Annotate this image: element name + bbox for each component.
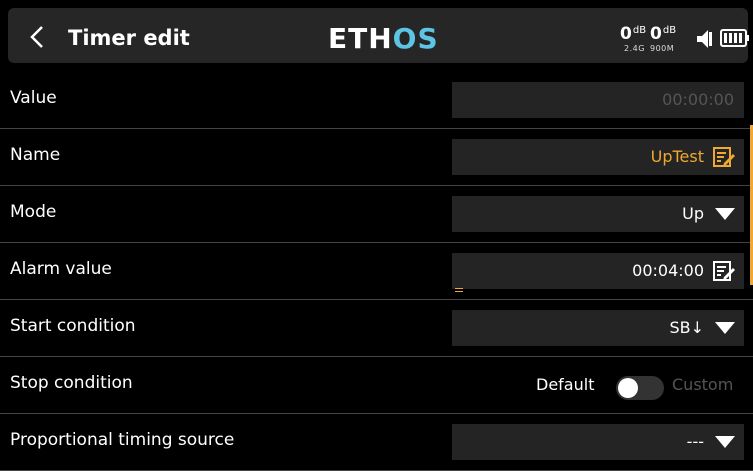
dropdown-arrow-icon bbox=[715, 208, 735, 220]
start-condition-label: Start condition bbox=[10, 316, 136, 336]
row-alarm-value: Alarm value 00:04:00 bbox=[0, 243, 753, 300]
alarm-value-label: Alarm value bbox=[10, 259, 112, 279]
mode-dropdown[interactable]: Up bbox=[452, 196, 744, 232]
edit-icon[interactable] bbox=[712, 259, 736, 283]
name-label: Name bbox=[10, 145, 61, 165]
default-option-label: Default bbox=[536, 375, 595, 394]
dropdown-arrow-icon bbox=[715, 322, 735, 334]
title-bar: Timer edit ETHOS 0dB 0dB 2.4G 900M bbox=[8, 8, 749, 63]
chevron-left-icon[interactable] bbox=[28, 25, 48, 49]
name-field[interactable]: UpTest bbox=[452, 139, 744, 175]
speaker-icon bbox=[697, 30, 712, 48]
custom-option-label: Custom bbox=[672, 375, 734, 394]
dropdown-arrow-icon bbox=[715, 436, 735, 448]
alarm-value-field[interactable]: 00:04:00 bbox=[452, 253, 744, 289]
start-condition-value: SB↓ bbox=[669, 318, 704, 337]
row-proportional-timing: Proportional timing source --- bbox=[0, 414, 753, 471]
name-value: UpTest bbox=[650, 147, 704, 166]
start-condition-dropdown[interactable]: SB↓ bbox=[452, 310, 744, 346]
toggle-switch[interactable] bbox=[616, 376, 664, 400]
value-label: Value bbox=[10, 88, 57, 108]
proportional-timing-dropdown[interactable]: --- bbox=[452, 424, 744, 460]
row-stop-condition: Stop condition Default Custom bbox=[0, 357, 753, 414]
stop-condition-label: Stop condition bbox=[10, 373, 133, 393]
rssi-900mhz: 0dB bbox=[650, 24, 677, 44]
proportional-timing-label: Proportional timing source bbox=[10, 430, 235, 450]
alarm-value: 00:04:00 bbox=[632, 261, 704, 280]
row-mode: Mode Up bbox=[0, 186, 753, 243]
row-start-condition: Start condition SB↓ bbox=[0, 300, 753, 357]
mode-value: Up bbox=[682, 204, 704, 223]
stop-condition-switch[interactable]: Default Custom bbox=[536, 372, 746, 402]
band-24g-label: 2.4G bbox=[624, 44, 645, 53]
page-title: Timer edit bbox=[68, 26, 190, 50]
row-name: Name UpTest bbox=[0, 129, 753, 186]
proportional-timing-value: --- bbox=[686, 432, 704, 451]
settings-list: Value 00:00:00 Name UpTest Mode Up Alarm… bbox=[0, 72, 753, 471]
rssi-24ghz: 0dB bbox=[620, 24, 647, 44]
edit-icon[interactable] bbox=[712, 145, 736, 169]
ethos-logo: ETHOS bbox=[328, 22, 439, 55]
drag-handle-icon bbox=[455, 288, 463, 295]
mode-label: Mode bbox=[10, 202, 57, 222]
battery-icon bbox=[720, 29, 749, 47]
row-value: Value 00:00:00 bbox=[0, 72, 753, 129]
value-field: 00:00:00 bbox=[452, 82, 744, 118]
toggle-knob bbox=[618, 378, 638, 398]
header-bar: Timer edit ETHOS 0dB 0dB 2.4G 900M bbox=[0, 0, 753, 72]
value-readout: 00:00:00 bbox=[662, 90, 734, 109]
band-900m-label: 900M bbox=[650, 44, 675, 53]
